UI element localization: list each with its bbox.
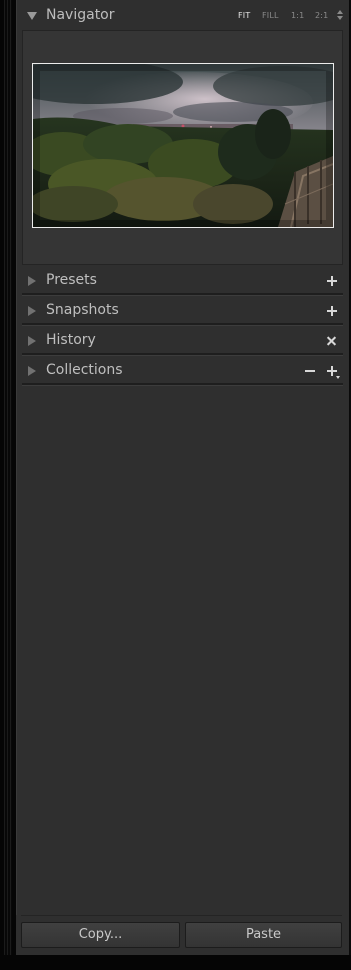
expand-triangle-icon[interactable] — [28, 276, 36, 286]
expand-triangle-icon[interactable] — [28, 336, 36, 346]
left-panel-edge — [0, 0, 16, 970]
section-divider — [22, 383, 343, 386]
zoom-2-1-option[interactable]: 2:1 — [315, 11, 328, 20]
left-panel: Navigator FIT FILL 1:1 2:1 Presets Snaps… — [16, 0, 350, 955]
section-history[interactable]: History — [22, 326, 343, 356]
bottom-button-bar: Copy... Paste — [16, 915, 349, 955]
zoom-fit-option[interactable]: FIT — [238, 11, 250, 20]
section-collections[interactable]: Collections — [22, 356, 343, 386]
add-snapshot-plus-icon[interactable] — [325, 304, 339, 318]
navigator-header[interactable]: Navigator FIT FILL 1:1 2:1 — [17, 0, 350, 30]
section-label-snapshots: Snapshots — [46, 302, 119, 318]
zoom-ratio-stepper-icon[interactable] — [337, 10, 343, 22]
section-presets[interactable]: Presets — [22, 266, 343, 296]
develop-left-panel: Navigator FIT FILL 1:1 2:1 Presets Snaps… — [0, 0, 351, 970]
bottom-edge-strip — [0, 955, 351, 970]
add-collection-plus-icon[interactable] — [325, 364, 340, 379]
navigator-preview[interactable] — [22, 30, 343, 265]
copy-button[interactable]: Copy... — [21, 922, 180, 948]
expand-triangle-icon[interactable] — [28, 366, 36, 376]
expand-triangle-icon[interactable] — [28, 306, 36, 316]
remove-collection-minus-icon[interactable] — [303, 364, 317, 378]
dropdown-caret-icon — [336, 376, 340, 379]
add-preset-plus-icon[interactable] — [325, 274, 339, 288]
section-snapshots[interactable]: Snapshots — [22, 296, 343, 326]
section-label-presets: Presets — [46, 272, 97, 288]
navigator-photo-thumbnail[interactable] — [32, 63, 334, 228]
section-label-history: History — [46, 332, 96, 348]
paste-button[interactable]: Paste — [185, 922, 342, 948]
clear-history-close-icon[interactable] — [325, 334, 339, 348]
navigator-title: Navigator — [46, 7, 115, 23]
bottom-bar-divider — [21, 915, 342, 916]
panel-resize-grip[interactable] — [4, 0, 12, 970]
collapse-triangle-icon[interactable] — [27, 12, 37, 20]
zoom-1-1-option[interactable]: 1:1 — [291, 11, 304, 20]
zoom-fill-option[interactable]: FILL — [262, 11, 279, 20]
section-label-collections: Collections — [46, 362, 123, 378]
